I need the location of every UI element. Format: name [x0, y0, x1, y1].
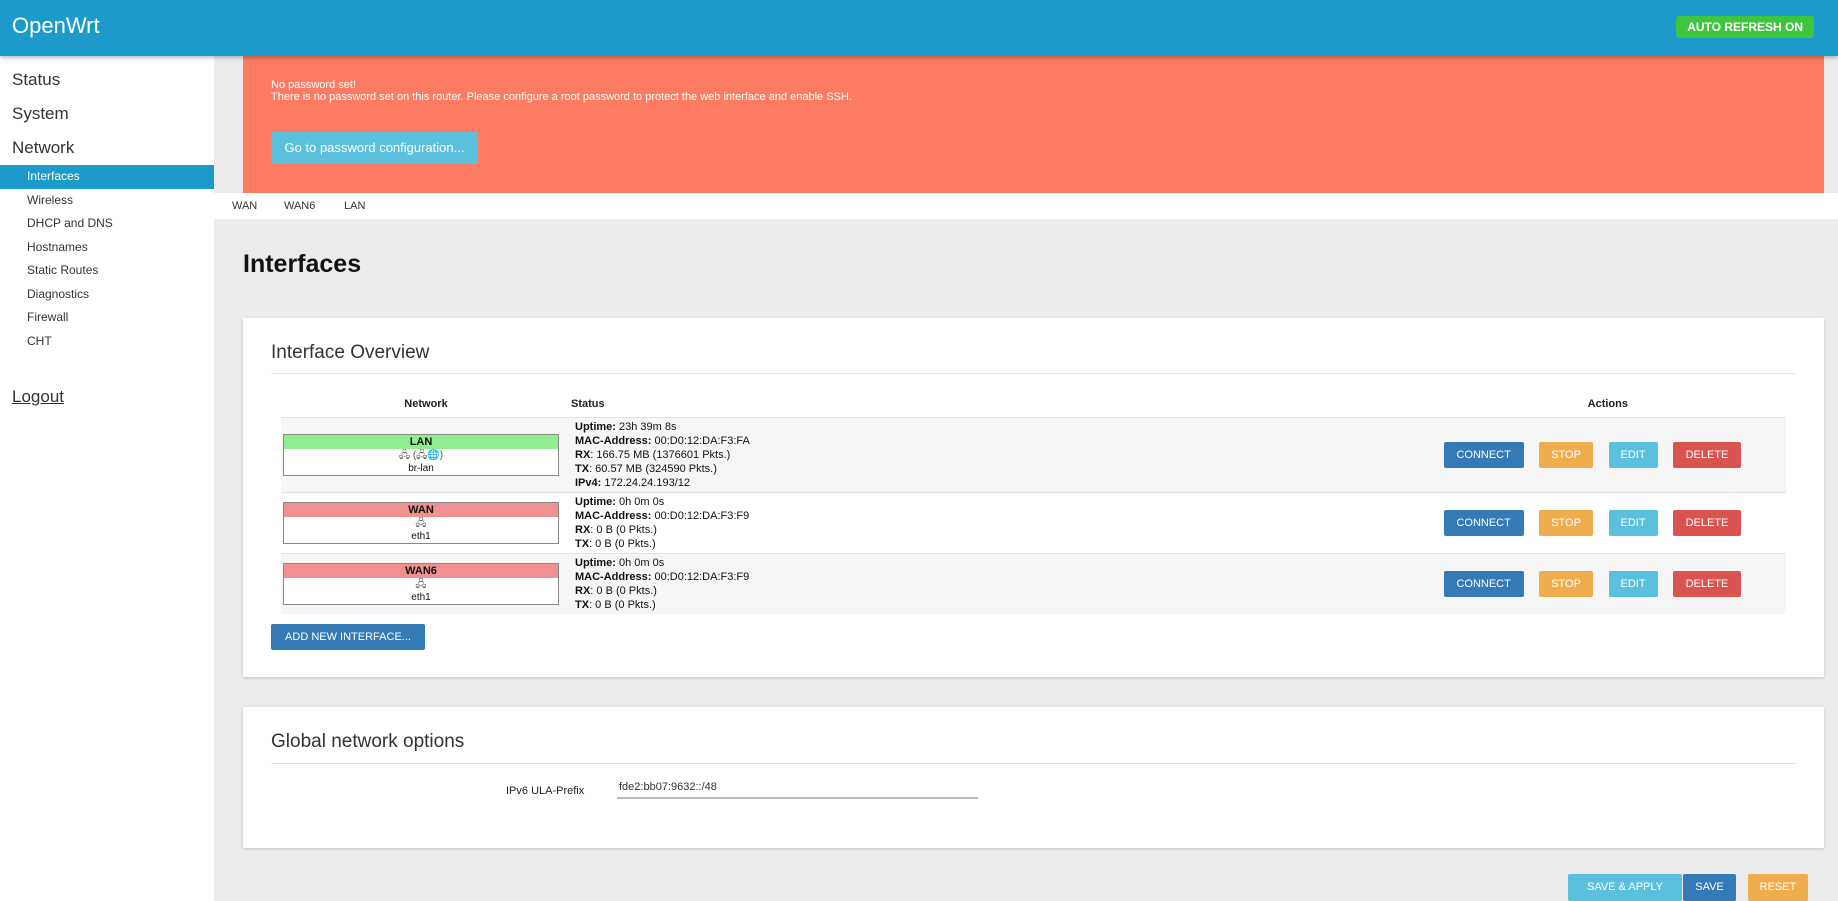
overview-title: Interface Overview [271, 342, 430, 363]
alert-title: No password set! [271, 79, 356, 91]
no-password-alert: No password set! There is no password se… [243, 56, 1824, 193]
column-header-actions: Actions [1587, 397, 1628, 410]
network-device-icon: 🖧 [415, 517, 427, 529]
delete-button[interactable]: DELETE [1673, 441, 1741, 468]
table-row-wan: WAN 🖧 eth1 Uptime: 0h 0m 0s MAC-Address:… [281, 491, 1786, 553]
network-badge: WAN 🖧 eth1 [283, 501, 559, 544]
sidebar-item-cht[interactable]: CHT [0, 330, 214, 354]
sidebar-item-wireless[interactable]: Wireless [0, 189, 214, 213]
table-row-wan6: WAN6 🖧 eth1 Uptime: 0h 0m 0s MAC-Address… [281, 552, 1786, 614]
page-title: Interfaces [243, 250, 362, 278]
save-button[interactable]: SAVE [1683, 874, 1736, 901]
sidebar-item-diagnostics[interactable]: Diagnostics [0, 283, 214, 307]
sidebar-item-dhcp-dns[interactable]: DHCP and DNS [0, 212, 214, 236]
password-config-button[interactable]: Go to password configuration... [271, 132, 478, 164]
alert-text: There is no password set on this router.… [271, 91, 852, 103]
tab-lan[interactable]: LAN [344, 193, 365, 219]
network-name: WAN [284, 502, 558, 517]
global-options-title: Global network options [271, 731, 465, 752]
overview-divider [271, 373, 1796, 374]
network-badge: WAN6 🖧 eth1 [283, 562, 559, 605]
edit-button[interactable]: EDIT [1608, 509, 1658, 536]
connect-button[interactable]: CONNECT [1443, 509, 1524, 536]
connect-button[interactable]: CONNECT [1443, 570, 1524, 597]
save-apply-button[interactable]: SAVE & APPLY [1568, 874, 1682, 901]
network-badge: LAN 🖧 (🖧🌐) br-lan [283, 433, 559, 476]
stop-button[interactable]: STOP [1539, 441, 1594, 468]
main-content: No password set! There is no password se… [214, 56, 1838, 901]
actions-cell: CONNECT STOP EDIT DELETE [979, 491, 1786, 553]
global-options-divider [271, 763, 1796, 764]
sidebar-item-static-routes[interactable]: Static Routes [0, 259, 214, 283]
logout-link[interactable]: Logout [0, 387, 214, 407]
column-header-status: Status [571, 397, 605, 410]
tab-wan[interactable]: WAN [232, 193, 257, 219]
status-cell: Uptime: 0h 0m 0s MAC-Address: 00:D0:12:D… [571, 491, 980, 553]
top-header: OpenWrt AUTO REFRESH ON [0, 0, 1838, 56]
actions-cell: CONNECT STOP EDIT DELETE [979, 416, 1786, 492]
global-options-panel: Global network options IPv6 ULA-Prefix [243, 707, 1824, 848]
delete-button[interactable]: DELETE [1673, 509, 1741, 536]
sidebar-item-system[interactable]: System [0, 97, 214, 131]
delete-button[interactable]: DELETE [1673, 570, 1741, 597]
network-device: eth1 [411, 530, 431, 542]
connect-button[interactable]: CONNECT [1443, 441, 1524, 468]
sidebar-item-status[interactable]: Status [0, 63, 214, 97]
brand-logo[interactable]: OpenWrt [12, 13, 100, 39]
column-header-network: Network [404, 397, 448, 410]
auto-refresh-toggle[interactable]: AUTO REFRESH ON [1676, 16, 1814, 38]
tab-wan6[interactable]: WAN6 [284, 193, 315, 219]
network-device: eth1 [411, 591, 431, 603]
interfaces-table: Network Status Actions LAN 🖧 (🖧🌐) br-lan [281, 391, 1786, 614]
sidebar-item-network[interactable]: Network [0, 131, 214, 165]
network-name: WAN6 [284, 563, 558, 578]
reset-button[interactable]: RESET [1748, 874, 1808, 901]
network-device-icon: 🖧 (🖧🌐) [398, 449, 444, 461]
add-interface-button[interactable]: ADD NEW INTERFACE... [271, 624, 425, 650]
interface-overview-panel: Interface Overview Network Status Action… [243, 318, 1824, 677]
network-name: LAN [284, 434, 558, 449]
status-cell: Uptime: 23h 39m 8s MAC-Address: 00:D0:12… [571, 416, 980, 492]
status-cell: Uptime: 0h 0m 0s MAC-Address: 00:D0:12:D… [571, 552, 980, 614]
stop-button[interactable]: STOP [1539, 570, 1594, 597]
edit-button[interactable]: EDIT [1608, 441, 1658, 468]
sidebar-item-hostnames[interactable]: Hostnames [0, 236, 214, 260]
network-device: br-lan [408, 462, 434, 474]
stop-button[interactable]: STOP [1539, 509, 1594, 536]
actions-cell: CONNECT STOP EDIT DELETE [979, 552, 1786, 614]
ula-prefix-input[interactable] [617, 777, 978, 799]
sidebar: Status System Network Interfaces Wireles… [0, 56, 214, 901]
sidebar-item-firewall[interactable]: Firewall [0, 306, 214, 330]
table-row-lan: LAN 🖧 (🖧🌐) br-lan Uptime: 23h 39m 8s MAC… [281, 416, 1786, 492]
network-device-icon: 🖧 [415, 578, 427, 590]
interface-tabs: WAN WAN6 LAN [214, 193, 1838, 219]
sidebar-item-interfaces[interactable]: Interfaces [0, 165, 214, 189]
edit-button[interactable]: EDIT [1608, 570, 1658, 597]
ula-prefix-label: IPv6 ULA-Prefix [506, 785, 585, 797]
